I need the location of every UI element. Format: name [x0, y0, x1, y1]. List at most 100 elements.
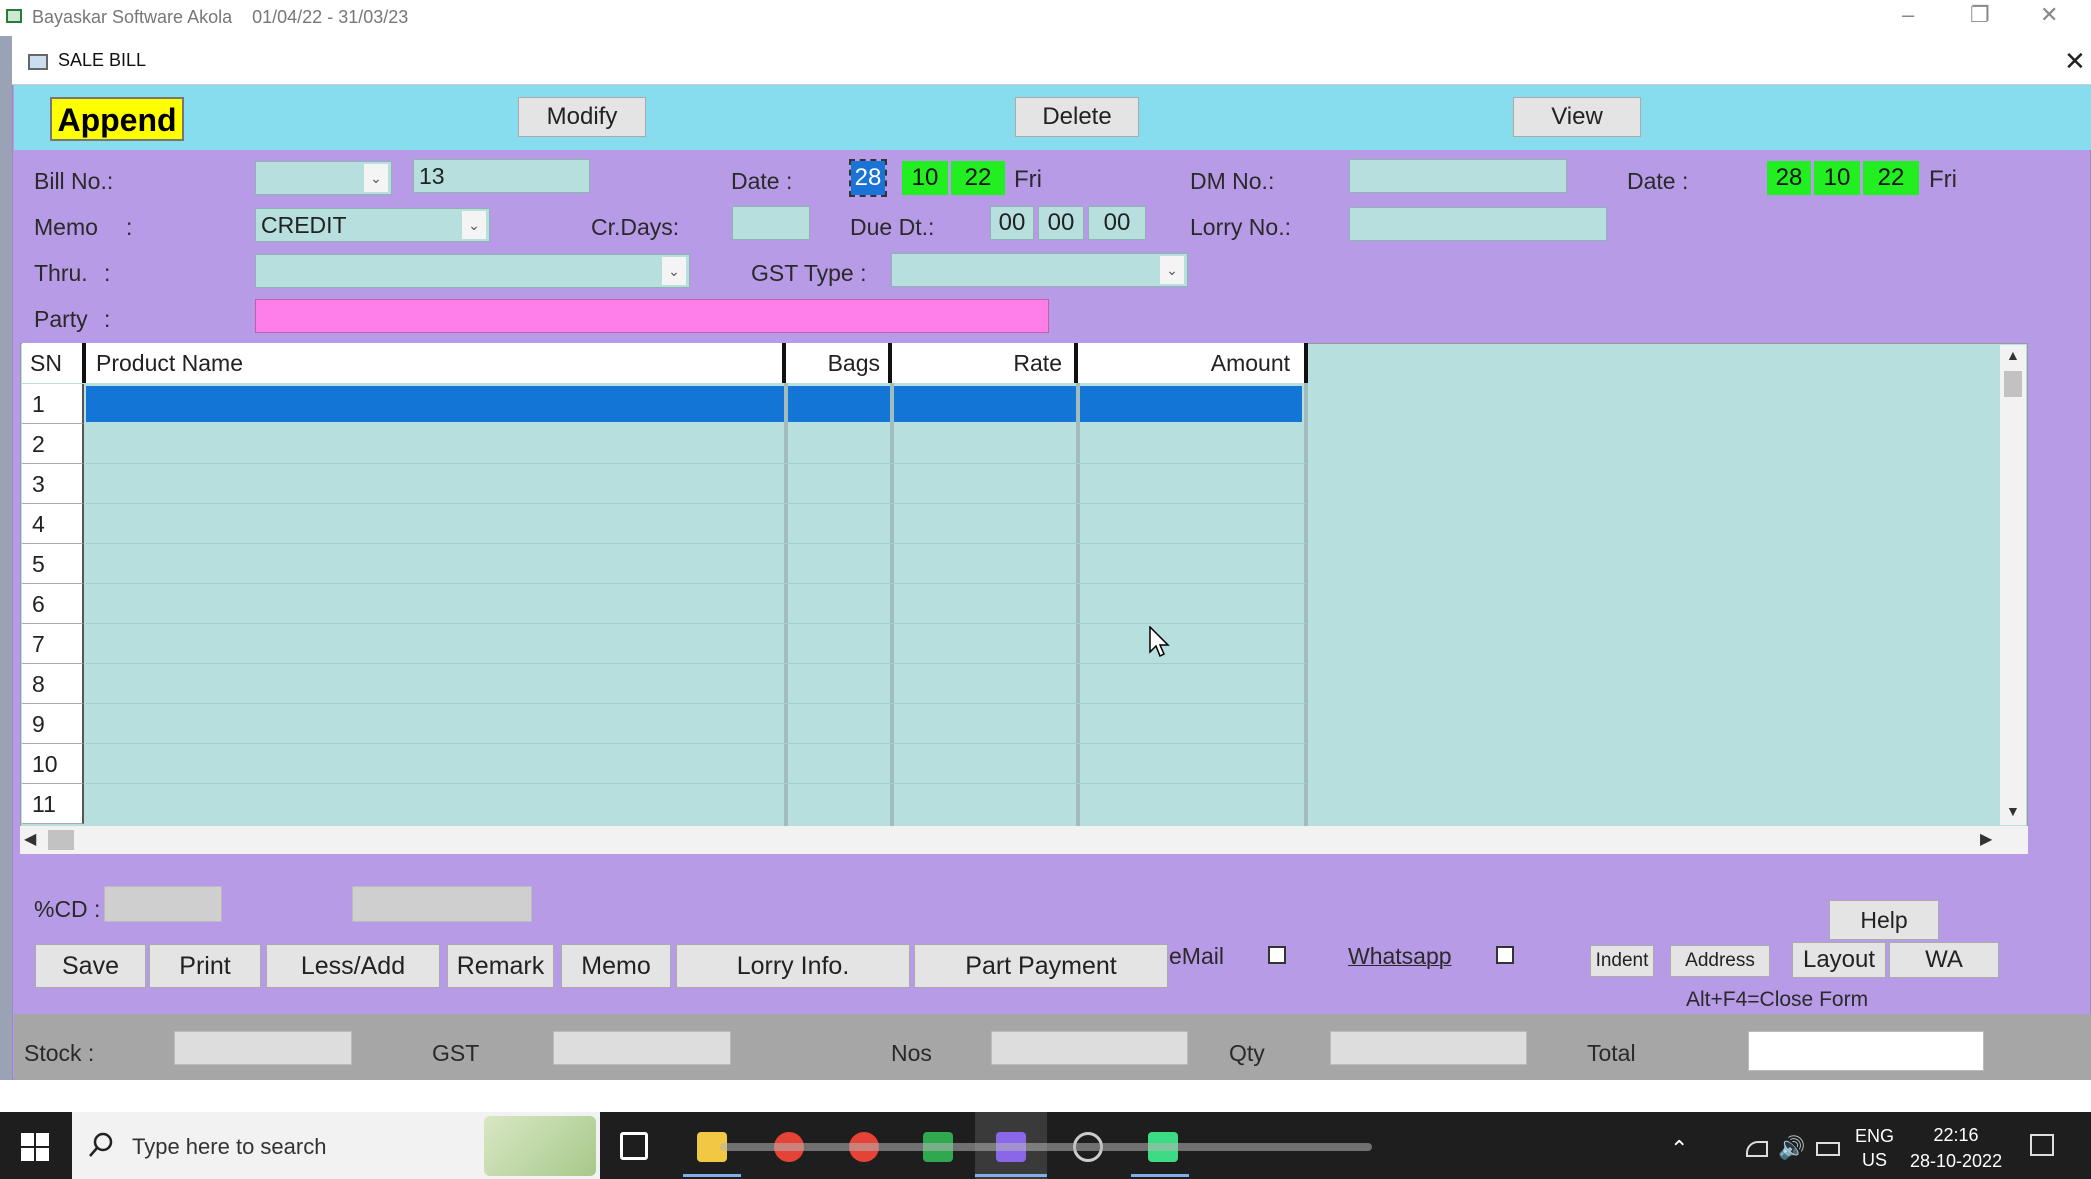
cd-label: %CD :	[34, 896, 101, 922]
scroll-right-icon[interactable]: ▶	[1980, 829, 1992, 849]
thru-combo[interactable]: ⌄	[255, 254, 690, 288]
scroll-thumb[interactable]	[48, 830, 74, 850]
qty-label: Qty	[1229, 1040, 1265, 1066]
bill-no-label: Bill No.:	[34, 168, 114, 194]
vertical-scrollbar[interactable]: ▲ ▼	[2000, 345, 2026, 825]
bill-series-combo[interactable]: ⌄	[255, 161, 392, 195]
column-header-sn: SN	[22, 343, 86, 383]
scroll-thumb[interactable]	[2004, 371, 2022, 397]
row-divider	[86, 503, 1306, 504]
memo-label: Memo	[34, 214, 98, 240]
row-number[interactable]: 6	[22, 584, 84, 624]
wa-button[interactable]: WA	[1889, 942, 1999, 978]
memo-button[interactable]: Memo	[561, 944, 671, 988]
app-title: Bayaskar Software Akola 01/04/22 - 31/03…	[32, 7, 409, 27]
chevron-down-icon: ⌄	[462, 211, 486, 239]
row-number[interactable]: 1	[22, 384, 84, 424]
column-header-amount[interactable]: Amount	[1078, 343, 1308, 383]
email-label: eMail	[1169, 943, 1224, 969]
app-close-button[interactable]: ✕	[2040, 2, 2058, 28]
delete-button[interactable]: Delete	[1015, 97, 1139, 137]
row-number[interactable]: 5	[22, 544, 84, 584]
cr-days-field[interactable]	[732, 206, 810, 240]
help-button[interactable]: Help	[1829, 900, 1939, 940]
print-button[interactable]: Print	[149, 944, 261, 988]
lorry-info-button[interactable]: Lorry Info.	[676, 944, 910, 988]
restore-button[interactable]: ❐	[1970, 2, 1990, 28]
lorry-no-field[interactable]	[1349, 207, 1607, 241]
row-number[interactable]: 2	[22, 424, 84, 464]
scroll-down-icon[interactable]: ▼	[2006, 803, 2020, 819]
row-number[interactable]: 3	[22, 464, 84, 504]
column-header-bags[interactable]: Bags	[786, 343, 892, 383]
row-number[interactable]: 9	[22, 704, 84, 744]
whatsapp-checkbox[interactable]	[1496, 946, 1514, 964]
remark-button[interactable]: Remark	[447, 944, 554, 988]
view-button[interactable]: View	[1513, 97, 1641, 137]
date-month-field[interactable]: 10	[902, 161, 948, 195]
bill-no-field[interactable]: 13	[413, 159, 590, 193]
date2-year-field[interactable]: 22	[1863, 161, 1919, 195]
nos-label: Nos	[891, 1040, 932, 1066]
date-year-field[interactable]: 22	[951, 161, 1005, 195]
date-day-field[interactable]: 28	[849, 159, 887, 197]
row-number[interactable]: 10	[22, 744, 84, 784]
indent-button[interactable]: Indent	[1590, 945, 1654, 977]
app-underline	[683, 1174, 741, 1177]
clock[interactable]: 22:16 28-10-2022	[1910, 1122, 2002, 1174]
part-payment-button[interactable]: Part Payment	[914, 944, 1168, 988]
dm-no-field[interactable]	[1349, 159, 1567, 193]
layout-button[interactable]: Layout	[1792, 942, 1886, 978]
modify-button[interactable]: Modify	[518, 97, 646, 137]
windows-start-icon[interactable]	[21, 1133, 49, 1161]
scroll-up-icon[interactable]: ▲	[2006, 347, 2020, 363]
chevron-down-icon: ⌄	[364, 164, 388, 192]
language-indicator[interactable]: ENG US	[1855, 1124, 1894, 1172]
due-date-label: Due Dt.:	[850, 214, 935, 240]
column-header-rate[interactable]: Rate	[892, 343, 1078, 383]
date2-label: Date :	[1627, 168, 1689, 194]
row-number[interactable]: 8	[22, 664, 84, 704]
row-divider	[86, 463, 1306, 464]
network-icon[interactable]	[1746, 1141, 1768, 1157]
date2-month-field[interactable]: 10	[1814, 161, 1860, 195]
app-underline	[1131, 1174, 1189, 1177]
task-view-icon[interactable]	[620, 1132, 648, 1160]
memo-combo[interactable]: CREDIT ⌄	[255, 208, 490, 242]
stock-field	[174, 1031, 352, 1065]
selected-row-highlight[interactable]	[86, 386, 1302, 422]
address-button[interactable]: Address	[1670, 945, 1770, 977]
row-number[interactable]: 4	[22, 504, 84, 544]
append-button[interactable]: Append	[50, 97, 184, 141]
cd-field[interactable]	[104, 886, 222, 922]
scroll-left-icon[interactable]: ◀	[24, 829, 36, 849]
date-weekday: Fri	[1014, 166, 1042, 193]
cd-amount-field[interactable]	[352, 886, 532, 922]
save-button[interactable]: Save	[35, 944, 146, 988]
due-day-field[interactable]: 00	[990, 206, 1034, 240]
tray-chevron-up-icon[interactable]: ⌃	[1670, 1136, 1688, 1162]
due-year-field[interactable]: 00	[1088, 206, 1146, 240]
party-field[interactable]	[255, 299, 1049, 333]
party-colon: :	[104, 306, 111, 332]
horizontal-scrollbar[interactable]: ◀ ▶	[20, 826, 2028, 854]
volume-icon[interactable]: 🔊	[1778, 1135, 1805, 1161]
less-add-button[interactable]: Less/Add	[266, 944, 440, 988]
taskbar-search-box[interactable]: Type here to search	[72, 1112, 600, 1179]
date2-day-field[interactable]: 28	[1767, 161, 1811, 195]
notifications-icon[interactable]	[2030, 1134, 2054, 1156]
row-number[interactable]: 11	[22, 784, 84, 824]
battery-icon[interactable]	[1816, 1142, 1840, 1156]
row-divider	[86, 743, 1306, 744]
gst-field	[553, 1031, 731, 1065]
minimize-button[interactable]: –	[1902, 2, 1914, 28]
form-close-icon[interactable]: ✕	[2064, 46, 2086, 77]
gst-type-label: GST Type :	[751, 260, 867, 286]
row-number[interactable]: 7	[22, 624, 84, 664]
column-header-product[interactable]: Product Name	[86, 343, 786, 383]
qty-field	[1330, 1031, 1527, 1065]
due-month-field[interactable]: 00	[1038, 206, 1084, 240]
email-checkbox[interactable]	[1268, 946, 1286, 964]
row-divider	[86, 543, 1306, 544]
gst-type-combo[interactable]: ⌄	[891, 253, 1188, 287]
